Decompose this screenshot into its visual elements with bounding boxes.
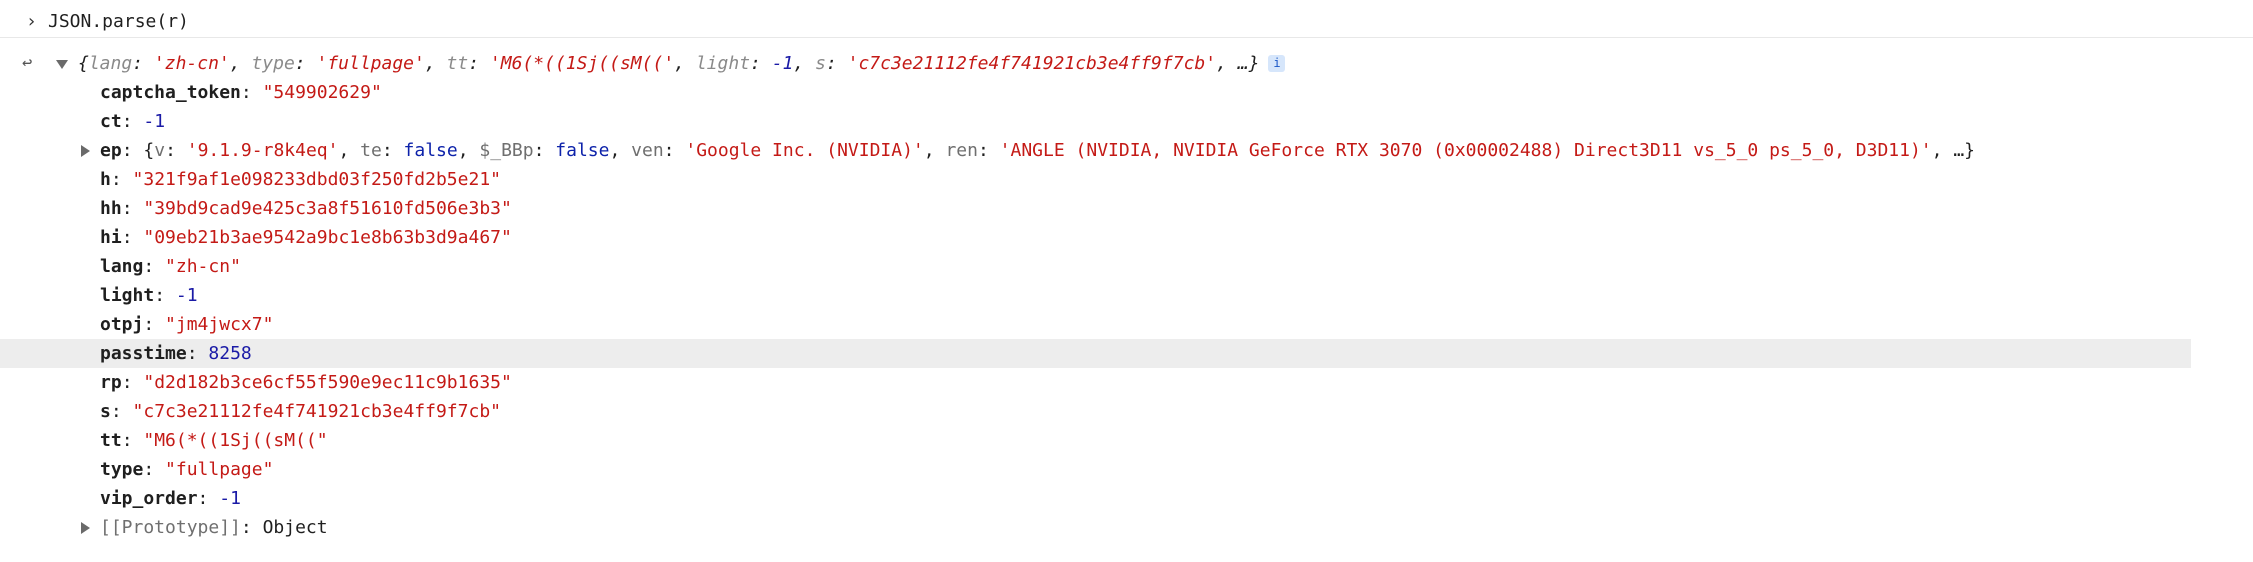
summary-key-type: type xyxy=(251,53,295,74)
property-row[interactable]: otpj: "jm4jwcx7" xyxy=(0,310,2253,339)
property-captcha-token[interactable]: captcha_token: "549902629" xyxy=(100,78,382,107)
property-row[interactable]: captcha_token: "549902629" xyxy=(0,78,2253,107)
property-ep[interactable]: ep: {v: '9.1.9-r8k4eq', te: false, $_BBp… xyxy=(100,136,1975,165)
info-icon[interactable]: i xyxy=(1268,55,1286,72)
console-command[interactable]: JSON.parse(r) xyxy=(48,7,189,36)
property-rp[interactable]: rp: "d2d182b3ce6cf55f590e9ec11c9b1635" xyxy=(100,368,512,397)
property-lang[interactable]: lang: "zh-cn" xyxy=(100,252,241,281)
summary-value-tt: 'M6(*((1Sj((sM((' xyxy=(489,53,675,74)
property-tt[interactable]: tt: "M6(*((1Sj((sM((" xyxy=(100,426,328,455)
summary-key-s: s xyxy=(815,53,826,74)
summary-value-light: -1 xyxy=(771,53,794,74)
devtools-console: › JSON.parse(r) ↩ {lang: 'zh-cn', type: … xyxy=(0,0,2253,562)
property-row-hovered[interactable]: passtime: 8258 xyxy=(0,339,2191,368)
summary-value-lang: 'zh-cn' xyxy=(153,53,230,74)
property-s[interactable]: s: "c7c3e21112fe4f741921cb3e4ff9f7cb" xyxy=(100,397,501,426)
property-hh[interactable]: hh: "39bd9cad9e425c3a8f51610fd506e3b3" xyxy=(100,194,512,223)
prototype-row[interactable]: [[Prototype]]: Object xyxy=(0,513,2253,542)
property-row[interactable]: h: "321f9af1e098233dbd03f250fd2b5e21" xyxy=(0,165,2253,194)
property-h[interactable]: h: "321f9af1e098233dbd03f250fd2b5e21" xyxy=(100,165,501,194)
summary-ellipsis: , …} xyxy=(1216,53,1260,74)
summary-key-tt: tt xyxy=(446,53,469,74)
property-light[interactable]: light: -1 xyxy=(100,281,198,310)
property-prototype[interactable]: [[Prototype]]: Object xyxy=(100,513,328,542)
property-type[interactable]: type: "fullpage" xyxy=(100,455,273,484)
object-summary[interactable]: {lang: 'zh-cn', type: 'fullpage', tt: 'M… xyxy=(78,49,1286,78)
summary-value-type: 'fullpage' xyxy=(316,53,425,74)
property-row[interactable]: s: "c7c3e21112fe4f741921cb3e4ff9f7cb" xyxy=(0,397,2253,426)
property-row[interactable]: hi: "09eb21b3ae9542a9bc1e8b63b3d9a467" xyxy=(0,223,2253,252)
property-hi[interactable]: hi: "09eb21b3ae9542a9bc1e8b63b3d9a467" xyxy=(100,223,512,252)
property-row[interactable]: rp: "d2d182b3ce6cf55f590e9ec11c9b1635" xyxy=(0,368,2253,397)
summary-key-light: light xyxy=(695,53,751,74)
property-row[interactable]: hh: "39bd9cad9e425c3a8f51610fd506e3b3" xyxy=(0,194,2253,223)
summary-key-lang: lang xyxy=(88,53,133,74)
property-row[interactable]: type: "fullpage" xyxy=(0,455,2253,484)
expand-triangle-icon[interactable] xyxy=(81,522,90,534)
property-passtime[interactable]: passtime: 8258 xyxy=(100,339,252,368)
collapse-triangle-icon[interactable] xyxy=(56,60,68,69)
summary-open-brace: { xyxy=(78,53,89,74)
expand-triangle-icon[interactable] xyxy=(81,145,90,157)
prompt-chevron-icon: › xyxy=(26,11,37,32)
property-row[interactable]: lang: "zh-cn" xyxy=(0,252,2253,281)
property-otpj[interactable]: otpj: "jm4jwcx7" xyxy=(100,310,273,339)
result-return-icon: ↩ xyxy=(22,53,33,73)
result-summary-row[interactable]: ↩ {lang: 'zh-cn', type: 'fullpage', tt: … xyxy=(0,49,2253,78)
property-row[interactable]: tt: "M6(*((1Sj((sM((" xyxy=(0,426,2253,455)
property-ct[interactable]: ct: -1 xyxy=(100,107,165,136)
property-vip-order[interactable]: vip_order: -1 xyxy=(100,484,241,513)
property-row[interactable]: vip_order: -1 xyxy=(0,484,2253,513)
property-row-ep[interactable]: ep: {v: '9.1.9-r8k4eq', te: false, $_BBp… xyxy=(0,136,2253,165)
summary-value-s: 'c7c3e21112fe4f741921cb3e4ff9f7cb' xyxy=(847,53,1217,74)
property-row[interactable]: light: -1 xyxy=(0,281,2253,310)
property-row[interactable]: ct: -1 xyxy=(0,107,2253,136)
console-input-row[interactable]: › JSON.parse(r) xyxy=(0,7,2253,38)
